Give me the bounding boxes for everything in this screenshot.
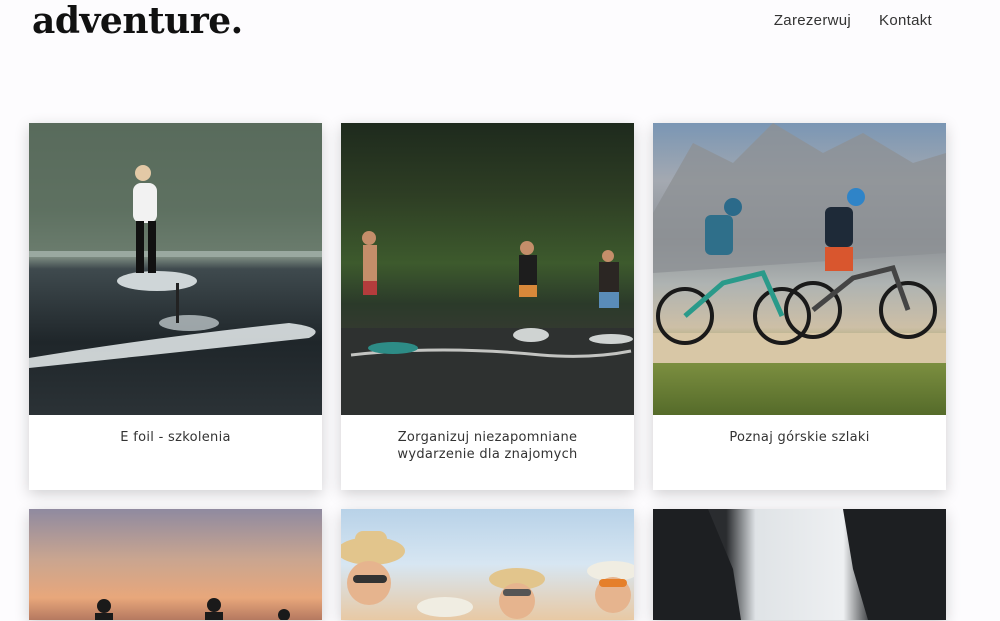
logo[interactable]: adventure. <box>32 0 243 42</box>
nav-link-zarezerwuj[interactable]: Zarezerwuj <box>774 10 851 32</box>
nav-link-kontakt[interactable]: Kontakt <box>879 10 932 32</box>
card-caption: E foil - szkolenia <box>120 430 231 445</box>
offer-card-bikes[interactable]: Poznaj górskie szlaki <box>653 123 946 490</box>
card-caption: Zorganizuj niezapomniane wydarzenie dla … <box>397 430 578 462</box>
offer-card-friends[interactable] <box>341 509 634 620</box>
offer-grid: E foil - szkolenia Zorganizuj niezapomni… <box>29 123 946 620</box>
sea-cliffs-photo <box>653 509 946 620</box>
card-caption: Poznaj górskie szlaki <box>729 430 870 445</box>
mountain-bikers-photo <box>653 123 946 415</box>
friends-hats-photo <box>341 509 634 620</box>
offer-card-cliffs[interactable] <box>653 509 946 620</box>
main-nav: Zarezerwuj Kontakt <box>774 10 932 32</box>
offer-card-event[interactable]: Zorganizuj niezapomniane wydarzenie dla … <box>341 123 634 490</box>
offer-card-efoil[interactable]: E foil - szkolenia <box>29 123 322 490</box>
efoil-lake-photo <box>29 123 322 415</box>
sunset-group-photo <box>29 509 322 620</box>
group-efoil-photo <box>341 123 634 415</box>
offer-card-sunset[interactable] <box>29 509 322 620</box>
